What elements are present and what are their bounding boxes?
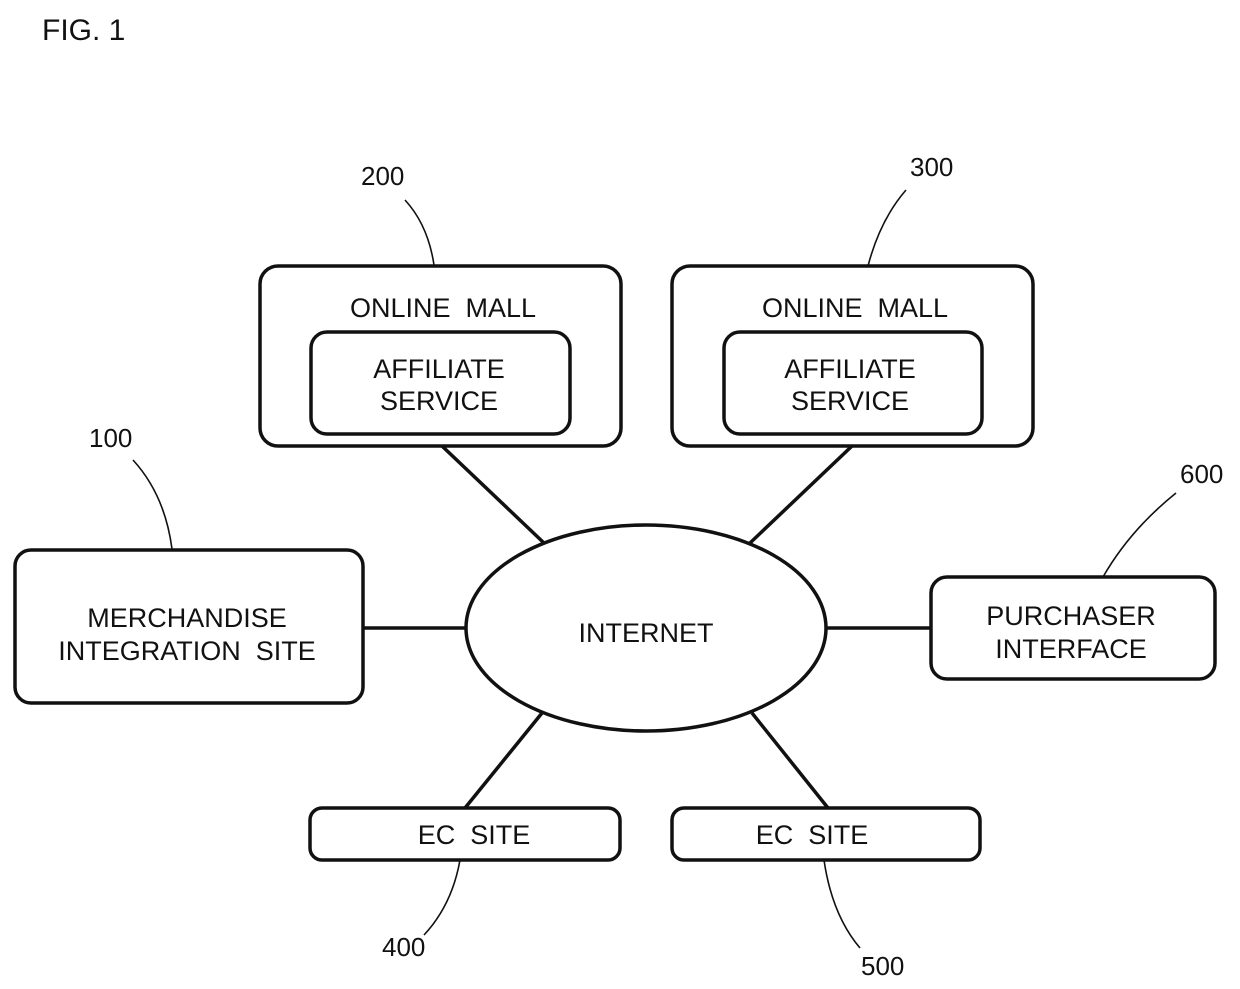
ec-site-400: EC SITE [308, 806, 622, 862]
merchandise-site-line1: MERCHANDISE [87, 603, 287, 633]
online-mall-200-label: ONLINE MALL [350, 293, 536, 323]
ec-site-400-label: EC SITE [418, 820, 531, 850]
online-mall-300: ONLINE MALL AFFILIATE SERVICE [670, 264, 1035, 448]
ref-number-400: 400 [382, 932, 425, 962]
affiliate-service-300-line1: AFFILIATE [784, 354, 916, 384]
internet-label: INTERNET [579, 618, 714, 648]
affiliate-service-300-line2: SERVICE [791, 386, 909, 416]
figure-title: FIG. 1 [42, 14, 125, 47]
ref-number-300: 300 [910, 152, 953, 182]
leader-400 [423, 859, 461, 936]
ref-number-600: 600 [1180, 459, 1223, 489]
purchaser-interface-line1: PURCHASER [986, 601, 1156, 631]
leader-600 [1102, 492, 1177, 578]
purchaser-interface-600: PURCHASER INTERFACE [929, 575, 1217, 681]
connection-internet-ec-400 [463, 711, 544, 810]
connection-internet-ec-500 [750, 711, 830, 810]
leader-200 [404, 199, 435, 266]
ref-number-100: 100 [89, 423, 132, 453]
ref-number-200: 200 [361, 161, 404, 191]
online-mall-300-label: ONLINE MALL [762, 293, 948, 323]
network-diagram: FIG. 1 200 300 100 600 400 500 ONLINE MA… [13, 14, 1223, 981]
affiliate-service-200-line2: SERVICE [380, 386, 498, 416]
purchaser-interface-line2: INTERFACE [995, 634, 1147, 664]
merchandise-integration-site-100: MERCHANDISE INTEGRATION SITE [13, 548, 365, 705]
affiliate-service-200-line1: AFFILIATE [373, 354, 505, 384]
internet: INTERNET [464, 523, 828, 733]
connection-internet-mall-200 [440, 444, 546, 545]
online-mall-200: ONLINE MALL AFFILIATE SERVICE [258, 264, 623, 448]
ec-site-500-label: EC SITE [756, 820, 869, 850]
ec-site-500: EC SITE [670, 806, 982, 862]
ref-number-500: 500 [861, 951, 904, 981]
leader-100 [132, 459, 173, 550]
leader-300 [867, 189, 907, 267]
merchandise-site-line2: INTEGRATION SITE [58, 636, 316, 666]
connection-internet-mall-300 [748, 444, 854, 545]
leader-500 [823, 859, 861, 949]
